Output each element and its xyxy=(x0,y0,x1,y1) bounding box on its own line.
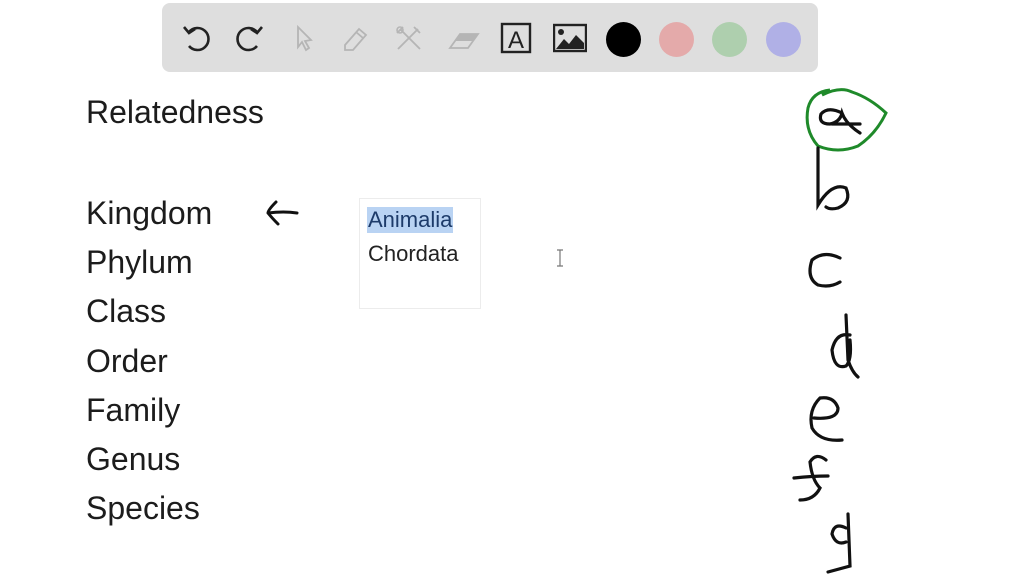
letter-d xyxy=(830,313,860,379)
rank-kingdom: Kingdom xyxy=(86,195,213,231)
handdrawn-arrow-icon xyxy=(266,200,299,226)
heading-relatedness: Relatedness xyxy=(86,94,264,130)
select-tool-button[interactable] xyxy=(285,20,321,56)
pencil-icon xyxy=(344,27,368,51)
redo-button[interactable] xyxy=(231,20,267,56)
letter-c xyxy=(808,252,842,288)
rank-order: Order xyxy=(86,342,168,379)
eraser-tool-button[interactable] xyxy=(445,20,481,56)
pointer-icon xyxy=(297,24,313,52)
textbox-line[interactable]: Chordata xyxy=(368,241,459,267)
drawing-toolbar: A xyxy=(162,3,818,72)
rank-genus: Genus xyxy=(86,440,181,477)
text-cursor-icon xyxy=(557,249,563,267)
text-tool-button[interactable]: A xyxy=(498,20,534,56)
green-circle-mark xyxy=(805,88,888,152)
letter-a xyxy=(818,107,862,135)
image-tool-button[interactable] xyxy=(552,20,588,56)
textbox-line-selected[interactable]: Animalia xyxy=(367,207,454,233)
tools-button[interactable] xyxy=(391,20,427,56)
rank-phylum: Phylum xyxy=(86,244,193,281)
letter-e xyxy=(809,396,844,442)
eraser-icon xyxy=(448,33,480,49)
rank-species: Species xyxy=(86,490,200,527)
undo-icon xyxy=(183,26,210,52)
color-swatch-blue[interactable] xyxy=(766,22,801,57)
pen-tool-button[interactable] xyxy=(338,20,374,56)
color-swatch-green[interactable] xyxy=(712,22,747,57)
rank-class: Class xyxy=(86,293,167,330)
image-icon xyxy=(553,23,587,53)
undo-button[interactable] xyxy=(179,20,215,56)
letter-b xyxy=(816,146,850,211)
letter-g xyxy=(826,512,852,574)
text-box-icon: A xyxy=(500,22,532,54)
rank-family: Family xyxy=(86,391,181,428)
letter-f xyxy=(792,454,830,502)
text-box[interactable]: Animalia Chordata xyxy=(359,198,481,309)
redo-icon xyxy=(236,26,263,52)
taxonomic-rank-list: Kingdom Phylum Class Order Family Genus … xyxy=(86,193,212,537)
color-swatch-red[interactable] xyxy=(659,22,694,57)
color-swatch-black[interactable] xyxy=(606,22,641,57)
svg-text:A: A xyxy=(508,27,524,54)
tools-icon xyxy=(396,26,421,50)
